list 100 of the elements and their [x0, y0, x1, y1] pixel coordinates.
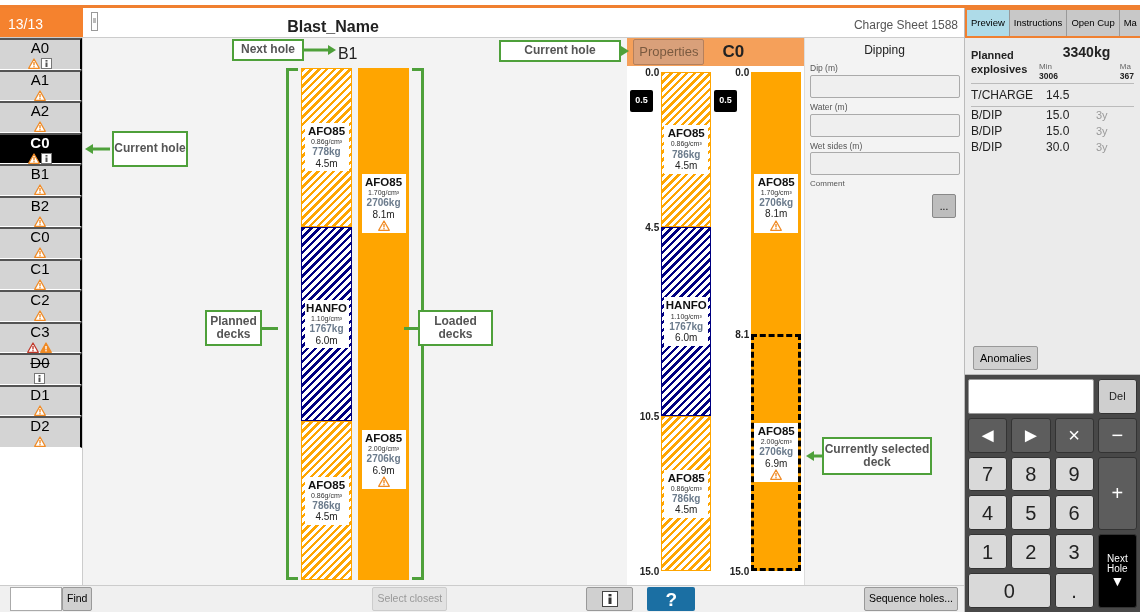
field-label: Water (m)	[810, 100, 849, 114]
min-label: Min	[1039, 63, 1053, 72]
hole-list-item[interactable]: A1	[0, 69, 82, 101]
deck-mass: 2706kg	[366, 453, 401, 465]
warning-icon	[770, 469, 783, 481]
hole-list-item[interactable]: D2	[0, 416, 82, 448]
keypad-key[interactable]: 9	[1054, 456, 1094, 492]
hole-list-item[interactable]: C0	[0, 227, 82, 259]
keypad-input[interactable]	[968, 379, 1094, 414]
deck-name: AFO85	[308, 478, 346, 492]
deck-length: 4.5m	[315, 157, 338, 170]
deck-length: 4.5m	[315, 511, 338, 523]
keypad-key[interactable]: 0	[968, 573, 1051, 608]
hole-list-item[interactable]: A0	[0, 38, 82, 70]
deck-length: 4.5m	[675, 504, 698, 516]
summary-label: Planned explosives	[971, 48, 1029, 78]
anomalies-button[interactable]: Anomalies	[973, 346, 1039, 370]
deck-length: 6.0m	[315, 334, 338, 347]
hole-list-item[interactable]: C3	[0, 321, 82, 353]
callout: Current hole	[499, 40, 621, 62]
row-name: B/DIP	[971, 123, 1004, 140]
callout-arrow	[621, 45, 629, 57]
hole-list-item[interactable]: D1	[0, 384, 82, 416]
field-label: Wet sides (m)	[810, 139, 864, 153]
delete-key[interactable]: Del	[1097, 379, 1137, 414]
callout-arrow	[85, 143, 110, 155]
deck-name: AFO85	[757, 425, 795, 439]
deck-name: HANFO	[306, 301, 347, 316]
keypad-key[interactable]: ×	[1054, 417, 1094, 453]
warning-icon	[377, 476, 390, 488]
row-value: 30.0	[1046, 139, 1071, 156]
tab[interactable]: Preview	[967, 10, 1010, 36]
callout-arrow	[304, 44, 336, 56]
hole-list-item[interactable]: B2	[0, 195, 82, 227]
callout: Current hole	[112, 131, 188, 167]
deck-length: 6.9m	[372, 464, 395, 477]
max-label: Ma	[1119, 63, 1132, 72]
collar-badge: 0.5	[714, 90, 737, 112]
total-mass: 3340kg	[1061, 43, 1112, 62]
input-field[interactable]	[810, 152, 960, 176]
sequence-holes-button[interactable]: Sequence holes...	[863, 587, 958, 611]
blast-title: Blast_Name	[286, 17, 380, 37]
hole-list-item[interactable]: C0	[0, 132, 82, 164]
keypad-key[interactable]: 1	[968, 534, 1008, 570]
collar-badge: 0.5	[630, 90, 653, 112]
deck-mass: 786kg	[312, 499, 341, 512]
depth-label: 15.0	[639, 567, 660, 577]
input-field[interactable]	[810, 74, 960, 98]
deck-length: 6.0m	[675, 332, 698, 344]
row-value: 15.0	[1046, 107, 1071, 124]
deck-name: AFO85	[667, 471, 705, 485]
keypad-key[interactable]: 6	[1054, 495, 1094, 531]
keypad-key[interactable]: −	[1097, 417, 1137, 453]
deck-mass: 2706kg	[366, 197, 401, 209]
deck-name: AFO85	[667, 127, 705, 141]
keypad-key[interactable]: 5	[1011, 495, 1051, 531]
deck-length: 4.5m	[675, 160, 698, 172]
next-hole-name: B1	[337, 45, 358, 62]
keypad-key[interactable]: 7	[968, 456, 1008, 492]
depth-label: 0.0	[645, 68, 660, 78]
input-field[interactable]	[810, 113, 960, 137]
deck-name: AFO85	[757, 175, 795, 189]
find-field[interactable]	[10, 587, 62, 611]
hole-list-item[interactable]: D0	[0, 353, 82, 385]
hole-list-item[interactable]: B1	[0, 164, 82, 196]
row-value: 15.0	[1046, 123, 1071, 140]
more-button[interactable]: ...	[932, 194, 956, 219]
keypad-key[interactable]: .	[1054, 573, 1094, 608]
help-button[interactable]: ?	[647, 587, 696, 611]
tab[interactable]: Instructions	[1009, 10, 1068, 36]
deck-name: AFO85	[365, 432, 403, 446]
keypad-key[interactable]: +	[1097, 456, 1137, 531]
hole-list-item[interactable]: C2	[0, 290, 82, 322]
find-button[interactable]: Find	[62, 587, 93, 611]
hole-list-item[interactable]: A2	[0, 101, 82, 133]
keypad-key[interactable]: 3	[1054, 534, 1094, 570]
max-value: 367	[1119, 71, 1134, 82]
info-button[interactable]	[586, 587, 634, 611]
depth-label: 0.0	[735, 68, 750, 78]
row-note: 3y	[1096, 108, 1108, 124]
min-value: 3006	[1039, 71, 1058, 82]
row-name: B/DIP	[971, 107, 1004, 124]
callout: Currently selected deck	[822, 437, 932, 475]
deck-length: 8.1m	[765, 208, 788, 220]
deck-name: HANFO	[665, 299, 707, 313]
deck-mass: 2706kg	[759, 196, 794, 209]
next-hole-button[interactable]: Next Hole ▼	[1097, 534, 1137, 608]
keypad-key[interactable]: ►	[1011, 417, 1051, 453]
tab[interactable]: Open Cup	[1067, 10, 1120, 36]
deck-name: AFO85	[308, 125, 346, 139]
deck-mass: 1767kg	[309, 323, 344, 335]
tab[interactable]: Ma	[1119, 10, 1140, 36]
keypad-key[interactable]: ◄	[968, 417, 1008, 453]
depth-label: 4.5	[645, 222, 660, 233]
keypad-key[interactable]: 4	[968, 495, 1008, 531]
keypad-key[interactable]: 2	[1011, 534, 1051, 570]
keypad-key[interactable]: 8	[1011, 456, 1051, 492]
warning-icon	[377, 220, 390, 232]
warning-icon	[770, 219, 783, 231]
hole-list-item[interactable]: C1	[0, 258, 82, 290]
